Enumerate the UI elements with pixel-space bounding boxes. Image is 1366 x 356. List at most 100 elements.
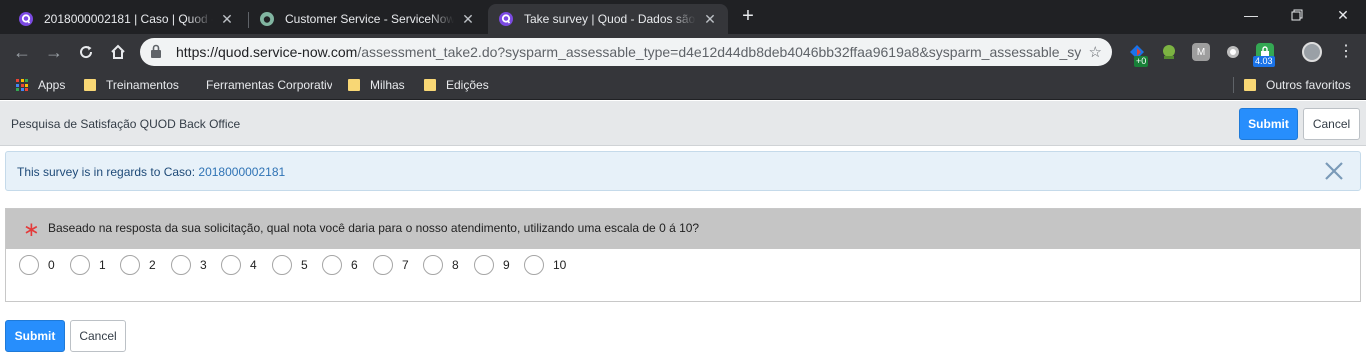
bookmark-label: Apps	[38, 78, 66, 92]
browser-tab-take-survey[interactable]: Take survey | Quod - Dados são Poder ✕	[488, 4, 728, 34]
extension-badge: 4.03	[1253, 56, 1275, 67]
header-submit-button[interactable]: Submit	[1239, 108, 1298, 140]
quod-q-icon	[498, 11, 514, 27]
radio-button[interactable]	[70, 255, 90, 275]
radio-button[interactable]	[19, 255, 39, 275]
address-bar[interactable]: https://quod.service-now.com/assessment_…	[140, 38, 1112, 66]
option-label: 6	[351, 258, 358, 272]
radio-button[interactable]	[423, 255, 443, 275]
bookmark-folder-ferramentas[interactable]: Ferramentas Corporativas	[196, 76, 332, 94]
browser-toolbar: ← → https://quod.service-now.com/assessm…	[0, 34, 1366, 70]
option-label: 8	[452, 258, 459, 272]
bookmarks-bar: Apps Treinamentos Ferramentas Corporativ…	[0, 70, 1366, 100]
header-cancel-button[interactable]: Cancel	[1303, 108, 1360, 140]
home-icon[interactable]	[106, 40, 130, 64]
footer-submit-button[interactable]: Submit	[5, 320, 65, 352]
minimize-icon[interactable]: —	[1228, 0, 1274, 30]
rating-option-5[interactable]: 5	[272, 255, 308, 275]
window-close-icon[interactable]: ✕	[1320, 0, 1366, 30]
tab-title: Take survey | Quod - Dados são Poder	[524, 12, 696, 26]
browser-tab-caso[interactable]: 2018000002181 | Caso | Quod - Dados são …	[8, 4, 245, 34]
option-label: 9	[503, 258, 510, 272]
question-text: Baseado na resposta da sua solicitação, …	[48, 221, 700, 235]
option-label: 7	[402, 258, 409, 272]
option-label: 1	[99, 258, 106, 272]
rating-option-10[interactable]: 10	[524, 255, 566, 275]
tab-close-icon[interactable]: ✕	[702, 11, 718, 27]
bookmarks-separator	[1233, 77, 1234, 93]
info-text: This survey is in regards to Caso: 20180…	[17, 165, 285, 179]
folder-icon	[84, 79, 96, 91]
bookmark-folder-outros-favoritos[interactable]: Outros favoritos	[1244, 76, 1351, 94]
url-host: https://quod.service-now.com	[176, 44, 358, 60]
folder-icon	[424, 79, 436, 91]
rating-option-8[interactable]: 8	[423, 255, 459, 275]
extension-circle-icon[interactable]	[1224, 43, 1242, 61]
option-label: 4	[250, 258, 257, 272]
browser-tab-strip: 2018000002181 | Caso | Quod - Dados são …	[0, 0, 1366, 34]
rating-option-4[interactable]: 4	[221, 255, 257, 275]
rating-option-0[interactable]: 0	[19, 255, 55, 275]
radio-button[interactable]	[120, 255, 140, 275]
bookmark-folder-milhas[interactable]: Milhas	[348, 76, 405, 94]
tab-title: Customer Service - ServiceNow Community	[285, 12, 454, 26]
option-label: 5	[301, 258, 308, 272]
option-label: 2	[149, 258, 156, 272]
option-label: 0	[48, 258, 55, 272]
radio-button[interactable]	[524, 255, 544, 275]
rating-option-9[interactable]: 9	[474, 255, 510, 275]
folder-icon	[1244, 79, 1256, 91]
servicenow-icon	[259, 11, 275, 27]
question-header: ∗ Baseado na resposta da sua solicitação…	[6, 209, 1360, 249]
radio-button[interactable]	[474, 255, 494, 275]
browser-menu-icon[interactable]: ⋮	[1336, 42, 1356, 62]
bookmark-apps[interactable]: Apps	[16, 76, 65, 94]
back-arrow-icon[interactable]: ←	[10, 40, 34, 64]
quod-q-icon	[18, 11, 34, 27]
bookmark-label: Outros favoritos	[1266, 78, 1351, 92]
extension-m-icon[interactable]: M	[1192, 43, 1210, 61]
bookmark-label: Edições	[446, 78, 489, 92]
rating-option-1[interactable]: 1	[70, 255, 106, 275]
rating-option-6[interactable]: 6	[322, 255, 358, 275]
survey-info-message: This survey is in regards to Caso: 20180…	[5, 151, 1361, 191]
tab-close-icon[interactable]: ✕	[219, 11, 235, 27]
radio-button[interactable]	[272, 255, 292, 275]
bookmark-folder-treinamentos[interactable]: Treinamentos	[84, 76, 179, 94]
tab-title: 2018000002181 | Caso | Quod - Dados são …	[44, 12, 213, 26]
footer-cancel-button[interactable]: Cancel	[70, 320, 126, 352]
rating-option-7[interactable]: 7	[373, 255, 409, 275]
radio-button[interactable]	[373, 255, 393, 275]
browser-tab-servicenow[interactable]: Customer Service - ServiceNow Community …	[249, 4, 486, 34]
reload-icon[interactable]	[74, 40, 98, 64]
survey-header: Pesquisa de Satisfação QUOD Back Office …	[0, 101, 1366, 146]
folder-icon	[348, 79, 360, 91]
option-label: 10	[553, 258, 567, 272]
case-number-link[interactable]: 2018000002181	[198, 165, 285, 179]
extension-badge: +0	[1134, 56, 1149, 67]
radio-button[interactable]	[322, 255, 342, 275]
rating-option-3[interactable]: 3	[171, 255, 207, 275]
page-title: Pesquisa de Satisfação QUOD Back Office	[11, 117, 241, 131]
profile-avatar[interactable]	[1302, 42, 1322, 62]
forward-arrow-icon[interactable]: →	[42, 40, 66, 64]
option-label: 3	[200, 258, 207, 272]
restore-icon[interactable]	[1274, 0, 1320, 30]
radio-button[interactable]	[171, 255, 191, 275]
apps-grid-icon	[16, 79, 28, 91]
required-asterisk-icon: ∗	[23, 219, 40, 241]
bookmark-label: Ferramentas Corporativas	[206, 78, 332, 92]
bookmark-folder-edicoes[interactable]: Edições	[424, 76, 489, 94]
new-tab-button[interactable]: +	[736, 5, 760, 29]
info-label: This survey is in regards to Caso:	[17, 165, 199, 179]
bookmark-star-icon[interactable]: ☆	[1089, 43, 1102, 61]
close-icon[interactable]	[1324, 161, 1344, 181]
lock-icon	[150, 44, 168, 61]
extension-green-icon[interactable]	[1160, 43, 1178, 61]
radio-button[interactable]	[221, 255, 241, 275]
bookmark-label: Treinamentos	[106, 78, 179, 92]
url-text: https://quod.service-now.com/assessment_…	[176, 44, 1081, 60]
survey-question: ∗ Baseado na resposta da sua solicitação…	[5, 208, 1361, 302]
tab-close-icon[interactable]: ✕	[460, 11, 476, 27]
rating-option-2[interactable]: 2	[120, 255, 156, 275]
